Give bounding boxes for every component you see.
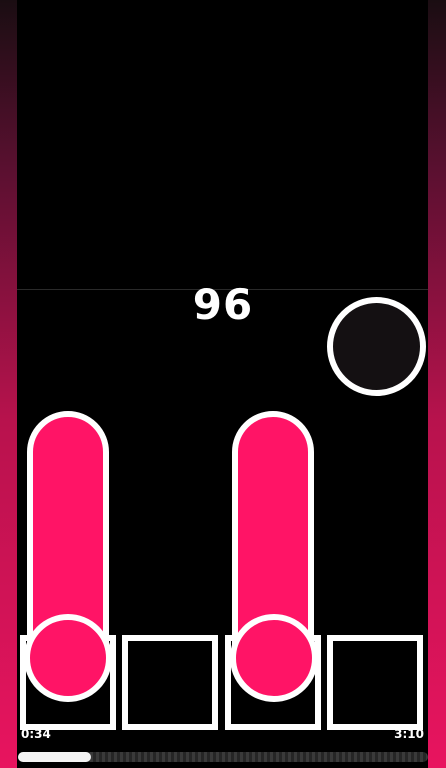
lane-1-note-head	[24, 614, 112, 702]
total-time: 3:10	[394, 727, 424, 741]
lane-3-note-head	[230, 614, 318, 702]
lane-2-tap-target[interactable]	[122, 635, 218, 730]
right-side-gradient-bar	[428, 0, 446, 768]
left-side-gradient-bar	[0, 0, 17, 768]
pause-button[interactable]	[327, 297, 426, 396]
game-stage: 96 0:34 3:10	[0, 0, 446, 768]
lane-4-tap-target[interactable]	[327, 635, 423, 730]
song-progress-fill	[18, 752, 92, 762]
elapsed-time: 0:34	[21, 727, 51, 741]
song-progress-bar[interactable]	[18, 752, 428, 762]
